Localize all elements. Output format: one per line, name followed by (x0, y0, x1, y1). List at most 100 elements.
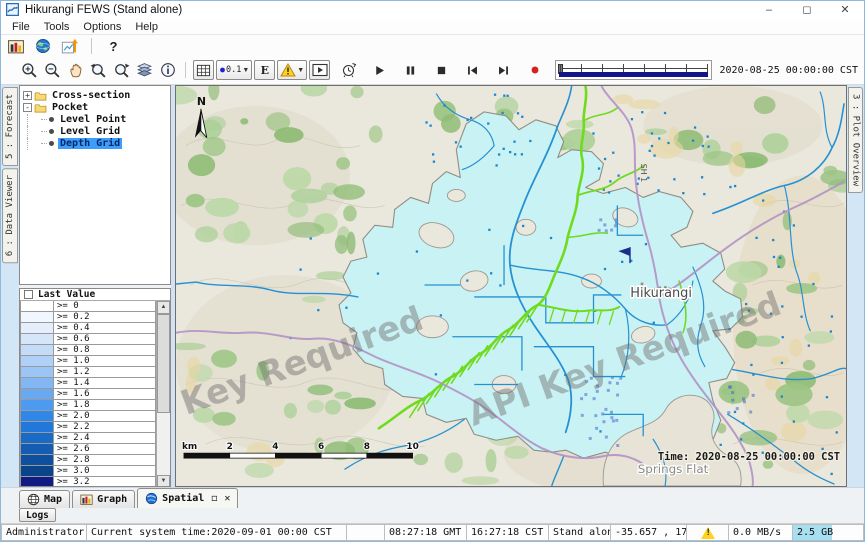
menu-tools[interactable]: Tools (37, 20, 77, 34)
pause-button[interactable] (400, 60, 421, 80)
leaf-bullet-icon (49, 129, 54, 134)
pan-button[interactable] (65, 60, 86, 80)
tree-item-label[interactable]: Pocket (50, 102, 90, 113)
legend-value-label: >= 3.2 (54, 477, 156, 487)
scrollbar-track[interactable] (157, 314, 170, 475)
menu-help[interactable]: Help (128, 20, 165, 34)
database-viewer-button[interactable] (5, 36, 26, 56)
movie-play-icon (312, 63, 328, 77)
menu-options[interactable]: Options (76, 20, 128, 34)
scrollbar-thumb[interactable] (157, 314, 170, 414)
collapse-icon[interactable]: - (23, 103, 32, 112)
tab-close-icon[interactable]: ✕ (224, 493, 230, 504)
close-button[interactable]: ✕ (826, 1, 864, 19)
expand-icon[interactable]: + (23, 91, 32, 100)
status-empty-cell (347, 524, 385, 541)
zoom-previous-button[interactable] (88, 60, 109, 80)
help-button[interactable]: ? (103, 36, 124, 56)
menu-file[interactable]: File (5, 20, 37, 34)
tree-row-cross-section[interactable]: + Cross-section (22, 90, 168, 102)
tab-map[interactable]: Map (19, 490, 70, 508)
legend-row[interactable]: >= 2.2 (20, 422, 156, 433)
time-slider[interactable] (555, 60, 711, 80)
tree-item-label[interactable]: Depth Grid (58, 138, 122, 149)
animation-timer-button[interactable] (338, 60, 359, 80)
tree-connector (27, 114, 41, 126)
tab-forecast[interactable]: 5 : Forecast (2, 87, 18, 166)
legend-color-swatch (20, 411, 54, 422)
zoom-out-button[interactable] (42, 60, 63, 80)
logs-button[interactable]: Logs (19, 508, 56, 522)
step-last-button[interactable] (493, 60, 514, 80)
scroll-up-icon[interactable]: ▲ (157, 301, 170, 314)
legend-row[interactable]: >= 0.4 (20, 323, 156, 334)
warning-threshold-dropdown[interactable]: ▼ (277, 60, 307, 80)
label-toggle-button[interactable]: E (254, 60, 275, 80)
tree-row-level-point[interactable]: Level Point (22, 114, 168, 126)
leaf-bullet-icon (49, 141, 54, 146)
stop-button[interactable] (431, 60, 452, 80)
tree-connector (41, 143, 47, 144)
minimize-button[interactable]: – (750, 1, 788, 19)
movie-export-button[interactable] (309, 60, 330, 80)
legend-value-label: >= 0.2 (54, 312, 156, 323)
spatial-display-button[interactable] (59, 36, 80, 56)
zoom-next-icon (113, 62, 130, 79)
tab-spatial[interactable]: Spatial ◻ ✕ (137, 488, 238, 508)
legend-row[interactable]: >= 1.2 (20, 367, 156, 378)
legend-value-label: >= 2.0 (54, 411, 156, 422)
scroll-down-icon[interactable]: ▼ (157, 475, 170, 487)
legend-row[interactable]: >= 2.6 (20, 444, 156, 455)
zoom-previous-icon (90, 62, 107, 79)
legend-row[interactable]: >= 1.0 (20, 356, 156, 367)
info-button[interactable] (157, 60, 178, 80)
legend-row[interactable]: >= 2.4 (20, 433, 156, 444)
legend-row[interactable]: >= 2.0 (20, 411, 156, 422)
tree-item-label[interactable]: Cross-section (50, 90, 132, 101)
tab-maximize-icon[interactable]: ◻ (211, 493, 217, 504)
layers-button[interactable] (134, 60, 155, 80)
maximize-button[interactable]: ◻ (788, 1, 826, 19)
play-button[interactable] (369, 60, 390, 80)
left-tab-strip: 5 : Forecast 6 : Data Viewer (1, 85, 19, 487)
legend-row[interactable]: >= 1.8 (20, 400, 156, 411)
grid-display-button[interactable] (193, 60, 214, 80)
legend-row[interactable]: >= 3.0 (20, 466, 156, 477)
tree-row-level-grid[interactable]: Level Grid (22, 126, 168, 138)
tree-row-depth-grid[interactable]: Depth Grid (22, 138, 168, 150)
tab-plot-overview[interactable]: 3 : Plot Overview (848, 87, 863, 193)
step-first-button[interactable] (462, 60, 483, 80)
marker-scale-dropdown[interactable]: 0.1 ▼ (216, 60, 252, 80)
app-window: Hikurangi FEWS (Stand alone) – ◻ ✕ File … (0, 0, 865, 542)
tree-connector (27, 138, 41, 150)
main-area: 5 : Forecast 6 : Data Viewer + Cross-sec… (1, 85, 864, 487)
zoom-in-icon (21, 62, 38, 79)
warning-icon (280, 63, 296, 77)
leaf-bullet-icon (49, 117, 54, 122)
last-value-checkbox[interactable] (24, 290, 33, 299)
legend-row[interactable]: >= 0 (20, 301, 156, 312)
tree-row-pocket[interactable]: - Pocket (22, 102, 168, 114)
legend-row[interactable]: >= 3.2 (20, 477, 156, 487)
zoom-in-button[interactable] (19, 60, 40, 80)
legend-row[interactable]: >= 1.6 (20, 389, 156, 400)
blue-globe-icon (145, 492, 158, 505)
tab-graph[interactable]: Graph (72, 490, 135, 508)
tab-data-viewer[interactable]: 6 : Data Viewer (2, 168, 18, 263)
status-local-time: 16:27:18 CST (467, 524, 549, 541)
map-canvas[interactable]: API Key Required API Key Required Hikura… (175, 85, 847, 487)
tree-item-label[interactable]: Level Point (58, 114, 128, 125)
legend-scrollbar[interactable]: ▲ ▼ (156, 301, 170, 487)
legend-row[interactable]: >= 2.8 (20, 455, 156, 466)
legend-row[interactable]: >= 0.2 (20, 312, 156, 323)
tree-item-label[interactable]: Level Grid (58, 126, 122, 137)
status-warning-cell[interactable] (687, 524, 729, 541)
map-display-button[interactable] (32, 36, 53, 56)
legend-color-swatch (20, 301, 54, 312)
legend-row[interactable]: >= 0.8 (20, 345, 156, 356)
record-button[interactable] (524, 60, 545, 80)
legend-value-label: >= 1.0 (54, 356, 156, 367)
legend-row[interactable]: >= 1.4 (20, 378, 156, 389)
legend-row[interactable]: >= 0.6 (20, 334, 156, 345)
zoom-next-button[interactable] (111, 60, 132, 80)
